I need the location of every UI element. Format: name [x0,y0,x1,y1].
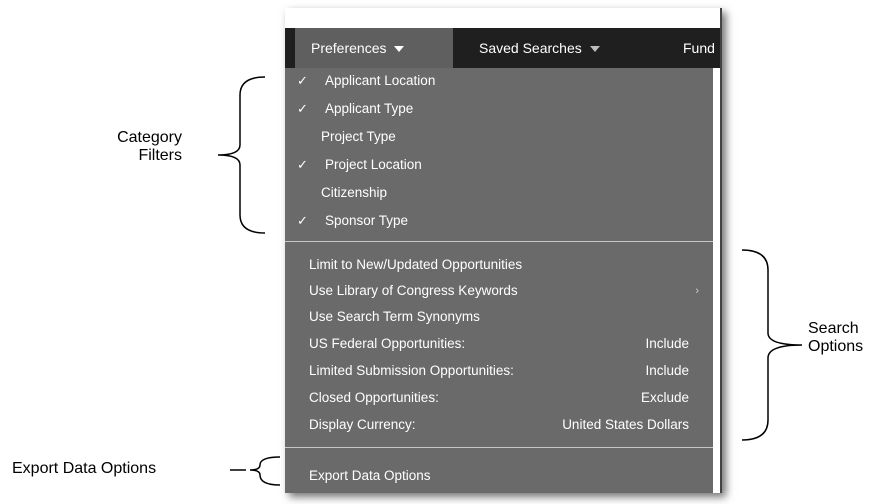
search-options-annotation: Search Options [808,320,863,356]
option-label: Limit to New/Updated Opportunities [309,257,523,272]
search-options-line1: Search [808,320,859,337]
filter-label: Project Location [325,157,422,172]
nav-preferences-label: Preferences [311,40,387,56]
option-label: US Federal Opportunities: [309,336,466,351]
filter-applicant-location[interactable]: ✓ Applicant Location [285,69,713,93]
option-value: Include [645,336,689,351]
screenshot-frame: Preferences Saved Searches Fund ✓ Applic… [285,8,722,493]
category-filters-line1: Category [117,129,182,146]
submenu-arrow-icon: › [695,285,699,297]
category-filters-brace [217,76,266,234]
filter-project-type[interactable]: Project Type [285,125,713,149]
filter-label: Sponsor Type [325,213,409,228]
option-us-federal-opportunities[interactable]: US Federal Opportunities: Include [285,332,713,356]
check-icon: ✓ [297,101,308,116]
nav-preferences[interactable]: Preferences [295,28,453,68]
option-label: Limited Submission Opportunities: [309,363,514,378]
option-label: Display Currency: [309,417,416,432]
search-options-line2: Options [808,338,864,355]
option-value: Exclude [640,390,689,405]
check-icon: ✓ [297,73,308,88]
menu-divider [285,447,713,448]
export-data-options-annotation: Export Data Options [12,460,157,477]
filter-label: Project Type [321,129,396,144]
option-label: Use Library of Congress Keywords [309,283,518,298]
nav-saved-searches[interactable]: Saved Searches [479,28,600,68]
menu-divider [285,241,713,242]
option-closed-opportunities[interactable]: Closed Opportunities: Exclude [285,386,713,410]
option-library-of-congress-keywords[interactable]: Use Library of Congress Keywords › [285,279,713,303]
filter-label: Applicant Type [325,101,414,116]
option-label: Closed Opportunities: [309,390,439,405]
nav-saved-searches-label: Saved Searches [479,40,582,56]
filter-applicant-type[interactable]: ✓ Applicant Type [285,97,713,121]
category-filters-annotation: Category Filters [78,129,182,165]
nav-funding[interactable]: Fund [683,28,715,68]
export-data-options-brace [230,456,281,486]
chevron-down-icon [394,46,405,53]
filter-label: Applicant Location [325,73,436,88]
filter-citizenship[interactable]: Citizenship [285,181,713,205]
filter-label: Citizenship [321,185,388,200]
search-options-brace [741,249,803,441]
check-icon: ✓ [297,213,308,228]
preferences-dropdown: ✓ Applicant Location ✓ Applicant Type Pr… [285,68,713,493]
category-filters-line2: Filters [138,147,182,164]
option-limited-submission-opportunities[interactable]: Limited Submission Opportunities: Includ… [285,359,713,383]
filter-sponsor-type[interactable]: ✓ Sponsor Type [285,209,713,233]
option-value: United States Dollars [562,417,689,432]
nav-funding-label: Fund [683,40,715,56]
option-value: Include [645,363,689,378]
check-icon: ✓ [297,157,308,172]
navbar: Preferences Saved Searches Fund [285,28,720,68]
chevron-down-icon [589,46,600,53]
export-data-options-item[interactable]: Export Data Options [285,464,713,488]
option-label: Use Search Term Synonyms [309,309,480,324]
option-search-term-synonyms[interactable]: Use Search Term Synonyms [285,305,713,329]
option-limit-new-updated[interactable]: Limit to New/Updated Opportunities [285,253,713,277]
option-display-currency[interactable]: Display Currency: United States Dollars [285,413,713,437]
filter-project-location[interactable]: ✓ Project Location [285,153,713,177]
export-label: Export Data Options [309,468,431,483]
